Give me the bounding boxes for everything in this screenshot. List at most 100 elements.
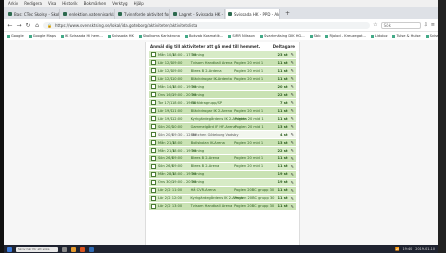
browser-tab[interactable]: Bas: CTec Skolsy - Skolledadde...× [6,9,60,19]
windows-start-icon[interactable] [7,246,12,252]
bookmark-item[interactable]: Svarkmäsing DIK HG... [259,34,305,38]
browser-tab[interactable]: enlektion.vatennisarklar.se...× [61,9,115,19]
activity-row[interactable]: Lör 12/1 10:00 Bläckdrogar IK-Ardenta Pogle… [149,74,296,83]
activity-row[interactable]: Mån 21/1 18:00 Bollskolan IK-Arena Poglen 2… [149,138,296,147]
activity-row[interactable]: Lör 19/1 12:00 Kyrkgärdegårdens IK 2-Arden… [149,114,296,123]
menu-item[interactable]: Arkiv [8,1,18,6]
edit-pencil-icon[interactable]: ✎ [291,164,294,169]
activity-row[interactable]: Ons 16/1 19:00 - 20:00 Träning 22 st ✎ [149,90,296,99]
bookmark-item[interactable]: Rjolod - Kreuzegat... [325,34,366,38]
browser-tab[interactable]: Svissada HK - PPD - Aktiviteter i...× [226,9,280,19]
menu-item[interactable]: Visa [48,1,56,6]
home-icon[interactable]: ⌂ [34,22,40,29]
bookmark-item[interactable]: Lidoloz [370,34,387,38]
edit-pencil-icon[interactable]: ✎ [291,172,294,177]
edit-pencil-icon[interactable]: ✎ [291,124,294,129]
bookmark-item[interactable]: Google [7,34,24,38]
activity-row[interactable]: Sön 20/1 09:30 - 12:30 Matchen Göteborg Va… [149,130,296,139]
clock-date[interactable]: 2019-01-10 [415,247,435,251]
edit-pencil-icon[interactable]: ✎ [291,60,294,65]
taskbar-search[interactable]: Skriv här för att söka [16,246,58,252]
row-checkbox[interactable] [151,68,156,74]
search-input[interactable]: Sök [380,21,421,29]
word-icon[interactable] [89,246,94,252]
row-checkbox[interactable] [151,92,156,98]
row-checkbox[interactable] [151,148,156,153]
menu-item[interactable]: Bokmärken [84,1,107,6]
browser-tab[interactable]: Tvinnforde aktivitet forbord...× [116,9,170,19]
activity-row[interactable]: Lör 2/2 12:00 Kyrkgärdegårdens IK 2-Arena P… [149,194,296,203]
edit-pencil-icon[interactable]: ✎ [291,156,294,161]
activity-row[interactable]: Sön 26/1 09:00 Blees B 2-Arena Poglen 20 mi… [149,162,296,171]
row-checkbox[interactable] [151,187,156,193]
row-checkbox[interactable] [151,140,156,146]
row-checkbox[interactable] [151,116,156,122]
menu-item[interactable]: Hjälp [134,1,144,6]
activity-row[interactable]: Lör 12/1 09:00 Tvisam Handball Arena Poglen… [149,58,296,67]
edit-pencil-icon[interactable]: ✎ [291,76,294,81]
bookmark-item[interactable]: Tulse & Hulse [392,34,421,38]
row-checkbox[interactable] [151,132,156,138]
edit-pencil-icon[interactable]: ✎ [291,116,294,121]
menu-item[interactable]: Redigera [24,1,42,6]
clock-time[interactable]: 19:40 [403,247,413,251]
row-checkbox[interactable] [151,76,156,82]
edit-pencil-icon[interactable]: ✎ [291,204,294,209]
activity-row[interactable]: Ons 30/1 19:00 - 20:00 Träning 19 st ✎ [149,178,296,187]
file-explorer-icon[interactable] [71,246,76,252]
activity-row[interactable]: Sön 26/1 09:00 Blees B 2-Arena Poglen 20 mi… [149,154,296,163]
activity-row[interactable]: Mån 14/1 18:00 - 19:00 Träning 20 st ✎ [149,82,296,91]
activity-row[interactable]: Lör 12/1 09:00 Blees B 2-Ardena Poglen 20 m… [149,66,296,75]
address-bar[interactable]: 🔒 https://www.svensktsing.se/lokal/ida.g… [43,21,371,29]
activity-row[interactable]: Lör 2/2 11:00 Hå CVR-Arena Poglen 20BC grup… [149,186,296,195]
edit-pencil-icon[interactable]: ✎ [291,188,294,193]
row-checkbox[interactable] [151,108,156,114]
new-tab-button[interactable]: + [281,9,294,19]
row-checkbox[interactable] [151,155,156,161]
edit-pencil-icon[interactable]: ✎ [291,180,294,185]
menu-item[interactable]: Historik [62,1,77,6]
row-checkbox[interactable] [151,100,156,106]
firefox-icon[interactable] [80,246,85,252]
edit-pencil-icon[interactable]: ✎ [291,68,294,73]
activity-row[interactable]: Mån 10/1 18:00 - 17:30 Träning 23 st ✎ [149,51,296,59]
activity-row[interactable]: Mån 28/1 18:00 - 19:00 Träning 19 st ✎ [149,170,296,179]
row-checkbox[interactable] [151,124,156,130]
bookmark-star-icon[interactable]: ☆ [373,22,377,28]
menu-item[interactable]: Verktyg [112,1,127,6]
edit-pencil-icon[interactable]: ✎ [291,108,294,113]
activity-row[interactable]: Sön 20/1 10:00 Gammelgård IF HF-Arena Pogle… [149,122,296,131]
edit-pencil-icon[interactable]: ✎ [291,132,294,137]
bookmark-item[interactable]: Google Maps [28,34,56,38]
edit-pencil-icon[interactable]: ✎ [291,148,294,153]
reload-icon[interactable]: ↻ [25,22,31,29]
edit-pencil-icon[interactable]: ✎ [291,140,294,145]
activity-row[interactable]: Tor 17/1 18:00 - 19:00 Föräldragrupp/SP 7 s… [149,98,296,107]
bookmark-item[interactable]: SiFiR Nilsson [228,34,255,38]
activity-row[interactable]: Mån 21/1 18:00 - 19:00 Träning 22 st ✎ [149,146,296,155]
forward-icon[interactable]: → [16,22,22,29]
browser-tab[interactable]: Lagret - Svissada HK - Hem...× [171,9,225,19]
activity-row[interactable]: Lör 2/2 13:00 Tvisam Handball Arena Poglen … [149,202,296,211]
row-checkbox[interactable] [151,52,156,58]
edit-pencil-icon[interactable]: ✎ [291,84,294,89]
bookmark-item[interactable]: Sbb [309,34,320,38]
edit-pencil-icon[interactable]: ✎ [291,52,294,57]
bookmark-item[interactable]: Svissada HK [107,34,134,38]
download-icon[interactable]: ⇩ [424,22,428,28]
row-checkbox[interactable] [151,171,156,177]
bookmark-item[interactable]: Skolkoms Karlskrona [138,34,180,38]
row-checkbox[interactable] [151,195,156,201]
row-checkbox[interactable] [151,163,156,169]
edit-pencil-icon[interactable]: ✎ [291,100,294,105]
edit-pencil-icon[interactable]: ✎ [291,196,294,201]
bookmark-item[interactable]: IK Svissada Hi hem... [60,34,103,38]
network-icon[interactable]: 📶 [395,247,399,251]
row-checkbox[interactable] [151,203,156,209]
menu-icon[interactable]: ≡ [431,22,435,28]
bookmark-item[interactable]: Svissada HK [425,34,438,38]
edit-pencil-icon[interactable]: ✎ [291,92,294,97]
row-checkbox[interactable] [151,179,156,185]
task-view-icon[interactable] [62,246,67,252]
row-checkbox[interactable] [151,60,156,66]
